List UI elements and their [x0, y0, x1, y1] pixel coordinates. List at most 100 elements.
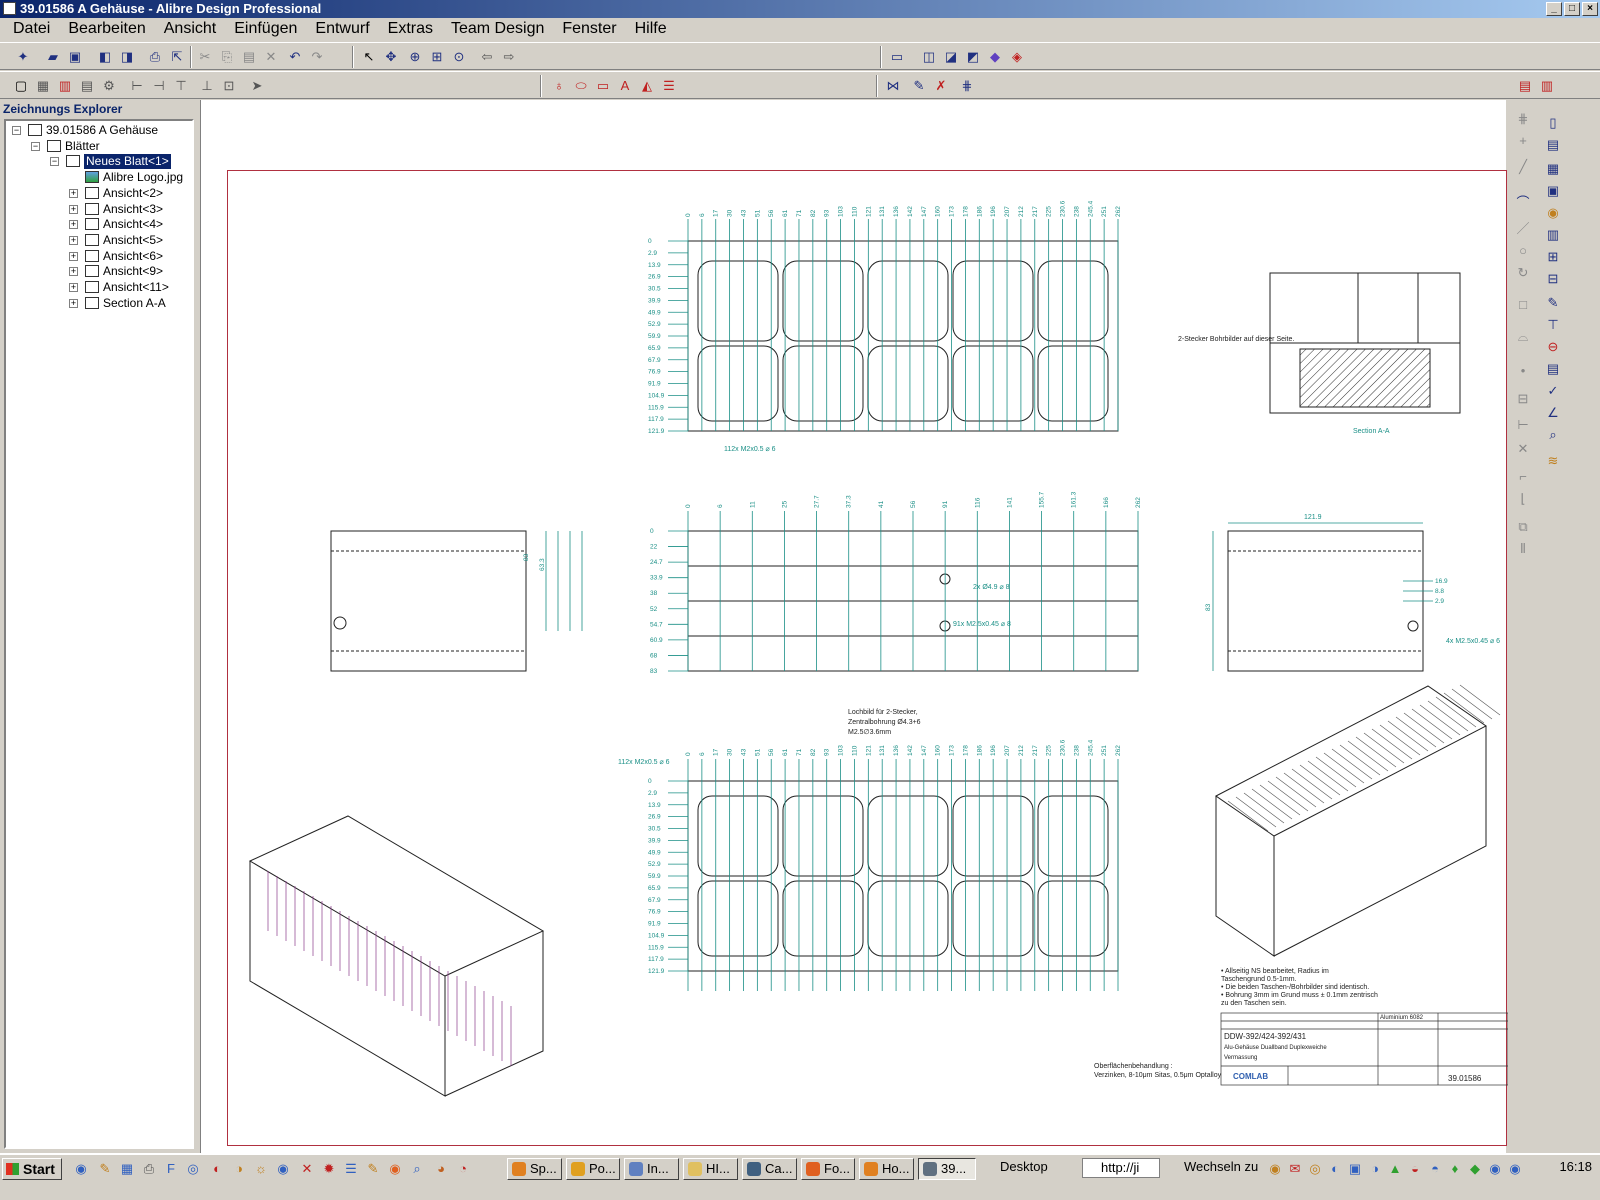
balloon-tool-icon[interactable]: ◉	[1544, 204, 1562, 222]
expand-icon[interactable]: +	[69, 267, 78, 277]
fill-color-icon[interactable]: ◭	[638, 77, 656, 95]
menu-ansicht[interactable]: Ansicht	[155, 18, 225, 40]
tree-node[interactable]: + Section A-A	[6, 296, 186, 311]
tool-quicklaunch-icon[interactable]: ✎	[96, 1160, 114, 1178]
star-quicklaunch-icon[interactable]: ✹	[320, 1160, 338, 1178]
cut-icon[interactable]: ✂	[196, 48, 214, 66]
chamfer-icon[interactable]: ⌊	[1514, 490, 1532, 508]
drawing-canvas[interactable]: 0 6 17 30 43 51 56 61 71 82 93 103 110 121 131 136 142 14…	[200, 100, 1508, 1153]
task-button-6[interactable]: Fo...	[801, 1158, 855, 1180]
dimension-chain-icon[interactable]: ⊣	[150, 77, 168, 95]
task-button-1[interactable]: Sp...	[507, 1158, 562, 1180]
dimension-icon[interactable]: ⊢	[128, 77, 146, 95]
balloon-icon[interactable]: ♁	[550, 77, 568, 95]
expand-icon[interactable]: +	[69, 235, 78, 245]
flag-note-icon[interactable]: ➤	[248, 77, 266, 95]
list-quicklaunch-icon[interactable]: ☰	[342, 1160, 360, 1178]
datum-icon[interactable]: ⊥	[198, 77, 216, 95]
feature-frame-icon[interactable]: ▤	[1544, 360, 1562, 378]
tree-node[interactable]: + Ansicht<11>	[6, 280, 186, 295]
layers-icon[interactable]: ≋	[1544, 452, 1562, 470]
next-view-icon[interactable]: ⇨	[500, 48, 518, 66]
sun-quicklaunch-icon[interactable]: ☼	[252, 1160, 270, 1178]
trim-icon[interactable]: ⊢	[1514, 416, 1532, 434]
tray-icon-6[interactable]: ◑	[1366, 1160, 1384, 1178]
task-button-4[interactable]: HI...	[683, 1158, 738, 1180]
address-field[interactable]: http://ji	[1082, 1158, 1160, 1178]
task-button-3[interactable]: In...	[624, 1158, 679, 1180]
print-preview-icon[interactable]: ◨	[118, 48, 136, 66]
menu-entwurf[interactable]: Entwurf	[306, 18, 378, 40]
arc-icon[interactable]: ⌒	[1514, 194, 1532, 212]
hatch-icon[interactable]: ▥	[1544, 226, 1562, 244]
paste-icon[interactable]: ▤	[240, 48, 258, 66]
firefox-quicklaunch-icon[interactable]: ◉	[386, 1160, 404, 1178]
sketch-icon[interactable]: ✎	[910, 77, 928, 95]
center-mark-icon[interactable]: ⊞	[1544, 248, 1562, 266]
weld-icon[interactable]: ⊟	[1544, 270, 1562, 288]
dimension-baseline-icon[interactable]: ⊤	[172, 77, 190, 95]
pencil-quicklaunch-icon[interactable]: ✎	[364, 1160, 382, 1178]
tray-icon-12[interactable]: ◉	[1486, 1160, 1504, 1178]
tree-node[interactable]: + Ansicht<2>	[6, 186, 186, 201]
sketch-delete-icon[interactable]: ✗	[932, 77, 950, 95]
tray-icon-3[interactable]: ◎	[1306, 1160, 1324, 1178]
table-tool-icon[interactable]: ▦	[1544, 160, 1562, 178]
layer-icon[interactable]: ▦	[34, 77, 52, 95]
copy-icon[interactable]: ⎘	[218, 48, 236, 66]
minimize-button[interactable]: _	[1546, 2, 1562, 16]
task-button-7[interactable]: Ho...	[859, 1158, 914, 1180]
view-auxiliary-icon[interactable]: ◪	[942, 48, 960, 66]
inspect-icon[interactable]: ⌕	[1544, 426, 1562, 444]
print-icon[interactable]: ⎙	[146, 48, 164, 66]
add-icon[interactable]: +	[1514, 132, 1532, 150]
task-button-8-active[interactable]: 39...	[918, 1158, 976, 1180]
tray-icon-11[interactable]: ◆	[1466, 1160, 1484, 1178]
select-arrow-icon[interactable]: ↖	[360, 48, 378, 66]
grid-snap-icon[interactable]: ⋕	[1514, 110, 1532, 128]
tray-icon-10[interactable]: ♦	[1446, 1160, 1464, 1178]
sheet-icon[interactable]: ▭	[888, 48, 906, 66]
tray-icon-7[interactable]: ▲	[1386, 1160, 1404, 1178]
tray-icon-4[interactable]: ◐	[1326, 1160, 1344, 1178]
task-button-5[interactable]: Ca...	[742, 1158, 797, 1180]
doc-icon[interactable]: ▯	[1544, 114, 1562, 132]
calendar-quicklaunch-icon[interactable]: ◉	[274, 1160, 292, 1178]
x-quicklaunch-icon[interactable]: ✕	[298, 1160, 316, 1178]
notes-quicklaunch-icon[interactable]: ◑	[230, 1160, 248, 1178]
task-button-2[interactable]: Po...	[566, 1158, 620, 1180]
line-style-icon[interactable]: ☰	[660, 77, 678, 95]
polyline-icon[interactable]: ⌓	[1514, 328, 1532, 346]
intersect-icon[interactable]: ✕	[1514, 440, 1532, 458]
ftp-quicklaunch-icon[interactable]: F	[162, 1160, 180, 1178]
tolerance-icon[interactable]: ⊡	[220, 77, 238, 95]
fillet-icon[interactable]: ⌐	[1514, 468, 1532, 486]
zoom-window-icon[interactable]: ⊞	[428, 48, 446, 66]
redo-icon[interactable]: ↷	[308, 48, 326, 66]
edit-note-icon[interactable]: ✎	[1544, 294, 1562, 312]
gimp-quicklaunch-icon[interactable]: ◕	[432, 1160, 450, 1178]
undo-icon[interactable]: ↶	[286, 48, 304, 66]
desktop-toolbar-label[interactable]: Desktop	[1000, 1159, 1048, 1174]
tray-icon-13[interactable]: ◉	[1506, 1160, 1524, 1178]
tree-node[interactable]: + Ansicht<6>	[6, 249, 186, 264]
ellipse-icon[interactable]: ⬭	[572, 77, 590, 95]
tray-icon-1[interactable]: ◉	[1266, 1160, 1284, 1178]
menu-hilfe[interactable]: Hilfe	[626, 18, 676, 40]
acrobat-quicklaunch-icon[interactable]: ◐	[208, 1160, 226, 1178]
globe-quicklaunch-icon[interactable]: ◎	[184, 1160, 202, 1178]
menu-extras[interactable]: Extras	[379, 18, 442, 40]
zoom-fit-icon[interactable]: ⊙	[450, 48, 468, 66]
printer-quicklaunch-icon[interactable]: ⎙	[140, 1160, 158, 1178]
template-icon[interactable]: ▥	[56, 77, 74, 95]
pattern-icon[interactable]: ⫴	[1514, 540, 1532, 558]
expand-icon[interactable]: +	[69, 204, 78, 214]
export-icon[interactable]: ⇱	[168, 48, 186, 66]
mirror-icon[interactable]: ⧉	[1514, 518, 1532, 536]
parts-list-icon[interactable]: ▣	[1544, 182, 1562, 200]
pan-icon[interactable]: ✥	[382, 48, 400, 66]
view-broken-icon[interactable]: ◈	[1008, 48, 1026, 66]
point-icon[interactable]: •	[1514, 362, 1532, 380]
datum-target-icon[interactable]: ⊤	[1544, 316, 1562, 334]
menu-datei[interactable]: Datei	[4, 18, 59, 40]
